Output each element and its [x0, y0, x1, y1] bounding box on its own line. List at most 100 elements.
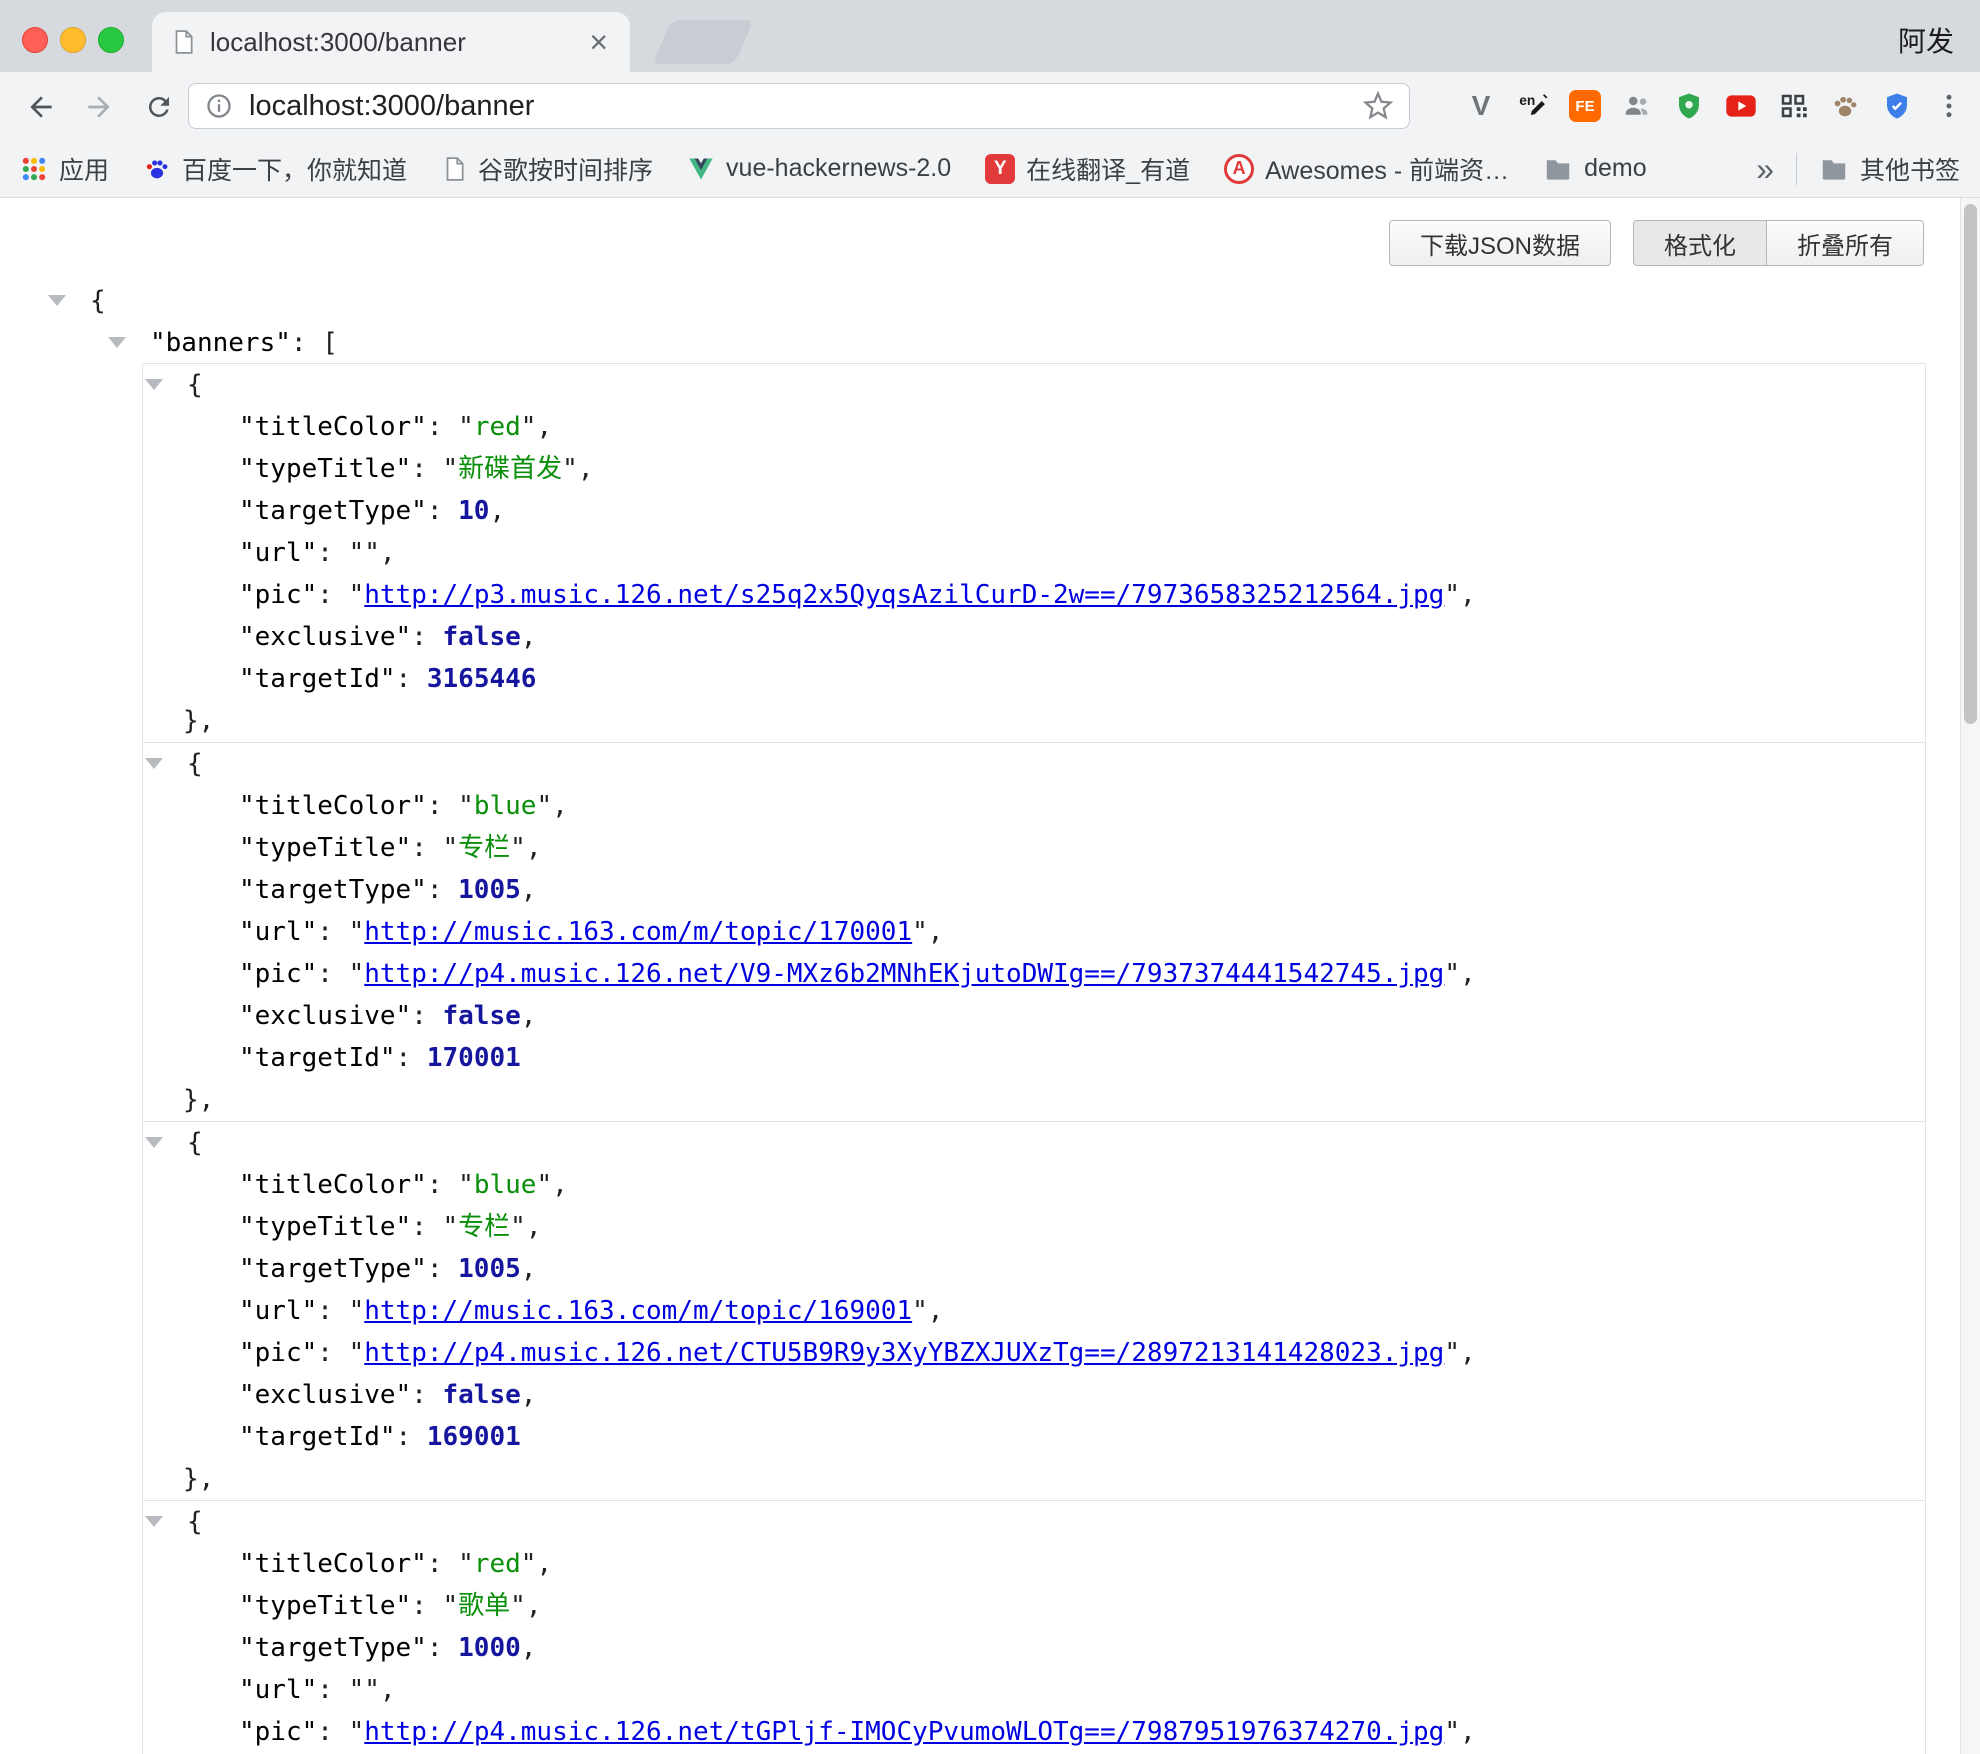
collapse-toggle-icon[interactable]	[108, 337, 126, 348]
green-shield-icon[interactable]	[1670, 87, 1708, 125]
json-token: 新碟首发	[458, 454, 562, 484]
json-token: "targetType"	[239, 1633, 427, 1663]
bookmark-star-icon[interactable]	[1363, 91, 1393, 121]
minimize-window-button[interactable]	[60, 27, 86, 53]
json-line: "url": "http://music.163.com/m/topic/169…	[143, 1290, 1925, 1332]
json-line: "pic": "http://p4.music.126.net/tGPljf-I…	[143, 1711, 1925, 1753]
translate-pen-icon[interactable]: en	[1514, 87, 1552, 125]
other-bookmarks-folder[interactable]: 其他书签	[1819, 151, 1960, 187]
baidu-paw-icon	[143, 155, 171, 183]
collapse-toggle-icon[interactable]	[48, 295, 66, 306]
json-line: "pic": "http://p4.music.126.net/V9-MXz6b…	[143, 953, 1925, 995]
json-token: "titleColor"	[239, 1170, 427, 1200]
json-line: "targetType": 1000,	[143, 1627, 1925, 1669]
browser-menu-icon[interactable]	[1930, 87, 1968, 125]
paw-icon[interactable]	[1826, 87, 1864, 125]
bookmarks-separator	[1796, 153, 1797, 185]
json-token: :	[317, 1675, 348, 1705]
json-url-link[interactable]: http://p4.music.126.net/tGPljf-IMOCyPvum…	[364, 1717, 1444, 1747]
v-letter-icon[interactable]: V	[1462, 87, 1500, 125]
bookmark-item[interactable]: 谷歌按时间排序	[441, 151, 653, 187]
bookmark-item[interactable]: AAwesomes - 前端资…	[1224, 151, 1509, 187]
json-line: {	[143, 364, 1925, 406]
json-token: "targetId"	[239, 1043, 396, 1073]
reload-button[interactable]	[138, 86, 180, 128]
scrollbar-thumb[interactable]	[1964, 204, 1977, 724]
json-url-link[interactable]: http://music.163.com/m/topic/170001	[364, 917, 912, 947]
bookmark-item[interactable]: Y在线翻译_有道	[985, 151, 1190, 187]
json-token: ,	[928, 917, 944, 947]
people-icon[interactable]	[1618, 87, 1656, 125]
json-token: :	[427, 791, 458, 821]
download-json-button[interactable]: 下载JSON数据	[1389, 220, 1611, 266]
json-token: 1000	[458, 1633, 521, 1663]
json-token: ,	[521, 1254, 537, 1284]
json-line: {	[90, 280, 1926, 322]
json-token: "titleColor"	[239, 1549, 427, 1579]
json-line: "targetId": 170001	[143, 1037, 1925, 1079]
json-token: ,	[1460, 580, 1476, 610]
json-url-link[interactable]: http://p4.music.126.net/V9-MXz6b2MNhEKju…	[364, 959, 1444, 989]
json-line: "url": "",	[143, 532, 1925, 574]
json-token: :	[396, 664, 427, 694]
json-token: "exclusive"	[239, 1380, 411, 1410]
json-token: red	[474, 1549, 521, 1579]
bookmark-item[interactable]: 百度一下，你就知道	[143, 151, 407, 187]
json-line: {	[143, 743, 1925, 785]
json-line: "targetId": 3165446	[143, 658, 1925, 700]
json-line: "pic": "http://p3.music.126.net/s25q2x5Q…	[143, 574, 1925, 616]
bookmark-item[interactable]: vue-hackernews-2.0	[687, 154, 951, 183]
collapse-toggle-icon[interactable]	[145, 758, 163, 769]
new-tab-button[interactable]	[652, 20, 754, 64]
json-token: ,	[521, 1001, 537, 1031]
bookmark-item[interactable]: demo	[1543, 154, 1647, 184]
collapse-toggle-icon[interactable]	[145, 1516, 163, 1527]
forward-button[interactable]	[78, 86, 120, 128]
tab-strip: localhost:3000/banner × 阿发	[0, 0, 1980, 72]
bookmarks-overflow-icon[interactable]: »	[1756, 153, 1774, 185]
profile-name[interactable]: 阿发	[1898, 20, 1954, 60]
collapse-toggle-icon[interactable]	[145, 379, 163, 390]
security-shield-icon[interactable]	[1878, 87, 1916, 125]
json-token: "	[521, 412, 537, 442]
json-token: 1005	[458, 875, 521, 905]
json-token: ,	[526, 1212, 542, 1242]
json-token: "exclusive"	[239, 1001, 411, 1031]
format-button[interactable]: 格式化	[1633, 220, 1767, 266]
fehelper-icon[interactable]: FE	[1566, 87, 1604, 125]
json-token: "typeTitle"	[239, 454, 411, 484]
page-info-icon[interactable]	[205, 92, 233, 120]
json-token: ,	[578, 454, 594, 484]
qr-code-icon[interactable]	[1774, 87, 1812, 125]
youtube-icon[interactable]	[1722, 87, 1760, 125]
url-text: localhost:3000/banner	[249, 90, 1363, 123]
json-url-link[interactable]: http://p4.music.126.net/CTU5B9R9y3XyYBZX…	[364, 1338, 1444, 1368]
json-line: "typeTitle": "专栏",	[143, 1206, 1925, 1248]
json-token: "	[349, 1296, 365, 1326]
back-button[interactable]	[20, 86, 62, 128]
json-token: :	[411, 833, 442, 863]
json-url-link[interactable]: http://p3.music.126.net/s25q2x5QyqsAzilC…	[364, 580, 1444, 610]
json-token: red	[474, 412, 521, 442]
vertical-scrollbar[interactable]	[1960, 198, 1980, 1754]
youdao-icon: Y	[985, 154, 1015, 184]
tab-close-icon[interactable]: ×	[585, 26, 612, 58]
bookmark-label: 应用	[59, 151, 109, 187]
json-token: "	[443, 833, 459, 863]
browser-tab[interactable]: localhost:3000/banner ×	[152, 12, 630, 72]
json-token: :	[411, 454, 442, 484]
json-token: false	[443, 622, 521, 652]
json-token: "pic"	[239, 959, 317, 989]
collapse-all-button[interactable]: 折叠所有	[1766, 220, 1924, 266]
bookmark-item[interactable]: 应用	[20, 151, 109, 187]
navigation-bar: localhost:3000/banner Ven FE	[0, 72, 1980, 140]
fullscreen-window-button[interactable]	[98, 27, 124, 53]
collapse-toggle-icon[interactable]	[145, 1137, 163, 1148]
close-window-button[interactable]	[22, 27, 48, 53]
address-bar[interactable]: localhost:3000/banner	[188, 83, 1410, 129]
json-url-link[interactable]: http://music.163.com/m/topic/169001	[364, 1296, 912, 1326]
json-token: "exclusive"	[239, 622, 411, 652]
json-line: "typeTitle": "专栏",	[143, 827, 1925, 869]
format-collapse-group: 格式化 折叠所有	[1633, 220, 1924, 266]
json-token: "	[912, 1296, 928, 1326]
